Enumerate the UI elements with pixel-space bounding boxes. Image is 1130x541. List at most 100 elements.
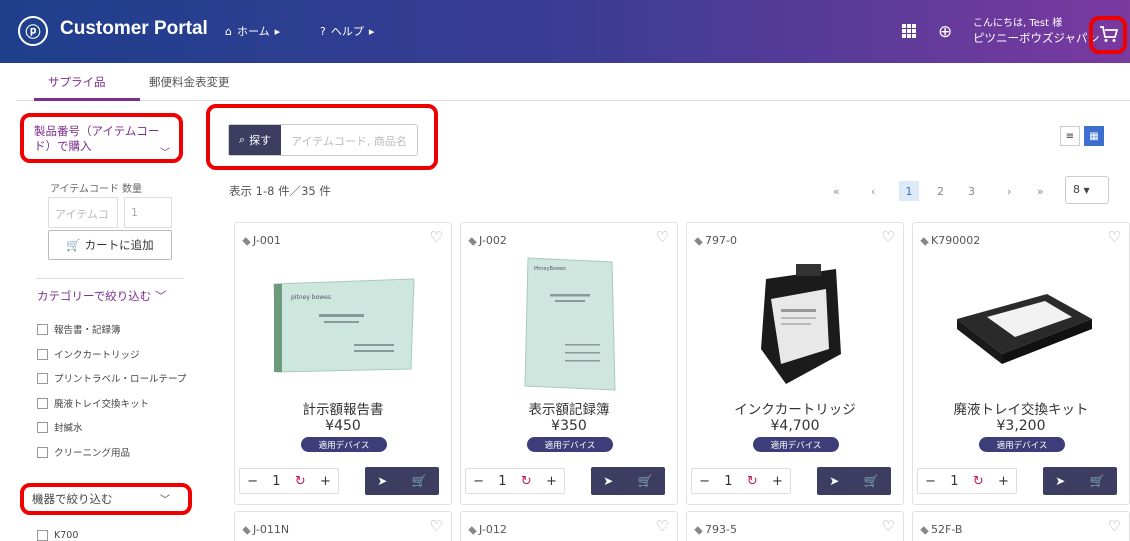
product-image[interactable]: PitneyBowes xyxy=(486,253,654,395)
cart-icon[interactable]: 🛒 xyxy=(1090,474,1105,488)
product-name[interactable]: 表示額記録簿 xyxy=(461,398,677,418)
brand-title[interactable]: Customer Portal xyxy=(60,18,208,40)
tab-supplies[interactable]: サプライ品 xyxy=(48,74,106,90)
category-checkbox[interactable]: 廃液トレイ交換キット xyxy=(37,396,149,410)
checkbox-box[interactable] xyxy=(37,530,48,541)
product-card[interactable]: J-012 ♡ xyxy=(460,511,678,541)
product-card[interactable]: J-011N ♡ xyxy=(234,511,452,541)
apps-grid-icon[interactable] xyxy=(902,24,916,38)
plus-button[interactable]: + xyxy=(320,474,331,489)
checkbox-box[interactable] xyxy=(37,446,48,458)
category-checkbox[interactable]: クリーニング用品 xyxy=(37,445,130,459)
product-name[interactable]: 廃液トレイ交換キット xyxy=(913,398,1129,418)
cart-icon[interactable]: 🛒 xyxy=(412,474,427,488)
user-greeting[interactable]: こんにちは, Test 様 ピツニーボウズジャパン xyxy=(973,17,1100,45)
highlight-device-filter xyxy=(20,483,192,515)
minus-button[interactable]: − xyxy=(247,474,258,489)
product-card[interactable]: J-002 ♡ PitneyBowes 表示額記録簿 ¥350 適用デバイス −… xyxy=(460,222,678,505)
device-checkbox[interactable]: K700 xyxy=(37,530,78,541)
cart-icon[interactable]: 🛒 xyxy=(864,474,879,488)
favorite-heart-icon[interactable]: ♡ xyxy=(656,228,669,246)
checkbox-box[interactable] xyxy=(37,421,48,433)
list-view-button[interactable]: ≡ xyxy=(1060,126,1080,146)
svg-text:PitneyBowes: PitneyBowes xyxy=(534,266,566,272)
quick-order-icon[interactable]: ➤ xyxy=(377,474,387,488)
product-card[interactable]: 793-5 ♡ xyxy=(686,511,904,541)
last-page-button[interactable]: » xyxy=(1037,181,1044,201)
favorite-heart-icon[interactable]: ♡ xyxy=(882,517,895,535)
refresh-icon[interactable]: ↻ xyxy=(295,474,306,489)
product-name[interactable]: 計示額報告書 xyxy=(235,398,451,418)
page-button[interactable]: 2 xyxy=(937,181,944,201)
favorite-heart-icon[interactable]: ♡ xyxy=(430,517,443,535)
cart-icon[interactable]: 🛒 xyxy=(638,474,653,488)
minus-button[interactable]: − xyxy=(925,474,936,489)
prev-page-button[interactable]: ‹ xyxy=(871,181,875,201)
highlight-cart xyxy=(1089,16,1127,54)
page-button[interactable]: 1 xyxy=(899,181,919,201)
applicable-devices-badge[interactable]: 適用デバイス xyxy=(753,437,839,452)
tab-postage-rate-change[interactable]: 郵便料金表変更 xyxy=(149,74,230,90)
plus-button[interactable]: + xyxy=(772,474,783,489)
refresh-icon[interactable]: ↻ xyxy=(973,474,984,489)
favorite-heart-icon[interactable]: ♡ xyxy=(1108,228,1121,246)
refresh-icon[interactable]: ↻ xyxy=(521,474,532,489)
quick-order-icon[interactable]: ➤ xyxy=(603,474,613,488)
applicable-devices-badge[interactable]: 適用デバイス xyxy=(979,437,1065,452)
applicable-devices-badge[interactable]: 適用デバイス xyxy=(301,437,387,452)
minus-button[interactable]: − xyxy=(473,474,484,489)
category-label: インクカートリッジ xyxy=(54,350,140,361)
favorite-heart-icon[interactable]: ♡ xyxy=(430,228,443,246)
checkbox-box[interactable] xyxy=(37,348,48,360)
pitney-bowes-logo-icon[interactable]: ⓟ xyxy=(18,16,48,46)
globe-icon[interactable]: ⊕ xyxy=(938,22,952,42)
product-image[interactable] xyxy=(712,253,880,395)
quick-order-icon[interactable]: ➤ xyxy=(1055,474,1065,488)
nav-home-link[interactable]: ⌂ ホーム ▸ xyxy=(225,23,280,39)
refresh-icon[interactable]: ↻ xyxy=(747,474,758,489)
grid-view-button[interactable]: ▦ xyxy=(1084,126,1104,146)
product-image[interactable] xyxy=(938,253,1106,395)
caret-right-icon: ▸ xyxy=(368,24,375,38)
quantity-value[interactable]: 1 xyxy=(272,474,280,489)
product-image[interactable]: pitney bowes xyxy=(260,253,428,395)
item-code-input[interactable]: アイテムコ xyxy=(48,197,118,228)
checkbox-box[interactable] xyxy=(37,397,48,409)
favorite-heart-icon[interactable]: ♡ xyxy=(1108,517,1121,535)
category-checkbox[interactable]: 封緘水 xyxy=(37,420,83,434)
add-to-cart-button[interactable]: 🛒 カートに追加 xyxy=(48,230,172,260)
product-card[interactable]: 52F-B ♡ xyxy=(912,511,1130,541)
checkbox-box[interactable] xyxy=(37,372,48,384)
quantity-value[interactable]: 1 xyxy=(498,474,506,489)
plus-button[interactable]: + xyxy=(998,474,1009,489)
product-card[interactable]: K790002 ♡ 廃液トレイ交換キット ¥3,200 適用デバイス − 1 ↻… xyxy=(912,222,1130,505)
first-page-button[interactable]: « xyxy=(833,181,840,201)
tag-icon xyxy=(468,526,477,535)
plus-button[interactable]: + xyxy=(546,474,557,489)
category-checkbox[interactable]: プリントラベル・ロールテープ xyxy=(37,371,186,385)
product-card[interactable]: J-001 ♡ pitney bowes 計示額報告書 ¥450 適用デバイス … xyxy=(234,222,452,505)
product-card[interactable]: 797-0 ♡ インクカートリッジ ¥4,700 適用デバイス − 1 ↻ + … xyxy=(686,222,904,505)
quick-order-icon[interactable]: ➤ xyxy=(829,474,839,488)
next-page-button[interactable]: › xyxy=(1007,181,1011,201)
checkbox-box[interactable] xyxy=(37,323,48,335)
product-code: J-011N xyxy=(242,523,289,536)
page-button[interactable]: 3 xyxy=(968,181,975,201)
favorite-heart-icon[interactable]: ♡ xyxy=(656,517,669,535)
minus-button[interactable]: − xyxy=(699,474,710,489)
quantity-input[interactable]: 1 xyxy=(124,197,172,228)
category-filter-toggle[interactable]: カテゴリーで絞り込む ﹀ xyxy=(37,288,166,304)
applicable-devices-badge[interactable]: 適用デバイス xyxy=(527,437,613,452)
category-checkbox[interactable]: インクカートリッジ xyxy=(37,347,140,361)
quantity-value[interactable]: 1 xyxy=(950,474,958,489)
product-code: J-002 xyxy=(468,234,507,247)
action-buttons: ➤ 🛒 xyxy=(817,467,891,495)
quantity-value[interactable]: 1 xyxy=(724,474,732,489)
tag-icon xyxy=(694,526,703,535)
nav-help-link[interactable]: ? ヘルプ ▸ xyxy=(320,23,374,39)
category-checkbox[interactable]: 報告書・記録簿 xyxy=(37,322,121,336)
per-page-select[interactable]: 8 ▼ xyxy=(1065,176,1109,204)
product-name[interactable]: インクカートリッジ xyxy=(687,398,903,418)
favorite-heart-icon[interactable]: ♡ xyxy=(882,228,895,246)
product-price: ¥350 xyxy=(551,418,587,434)
